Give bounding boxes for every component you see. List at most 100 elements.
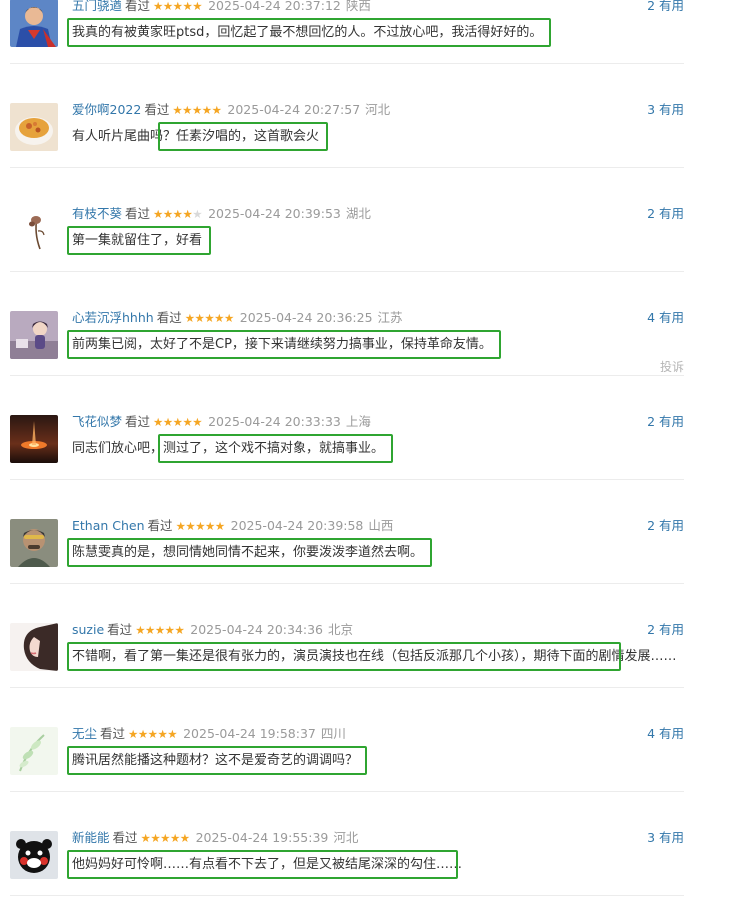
helpful-vote-button[interactable]: 2 有用 [647, 414, 684, 430]
star-filled-icon: ★ [147, 727, 158, 741]
star-filled-icon: ★ [160, 831, 170, 845]
star-filled-icon: ★ [204, 311, 215, 325]
star-filled-icon: ★ [164, 623, 175, 637]
star-filled-icon: ★ [172, 0, 183, 13]
star-filled-icon: ★ [153, 0, 163, 13]
comment-item: suzie 看过 ★★★★★ 2025-04-24 20:34:36 北京 2 有用 不错啊… [0, 611, 731, 715]
row-divider [10, 271, 684, 272]
watch-status: 看过 [100, 726, 126, 741]
watch-status: 看过 [107, 622, 133, 637]
comment-meta: 有枝不葵 看过 ★★★★★ 2025-04-24 20:39:53 湖北 [72, 206, 371, 222]
row-divider [10, 895, 684, 896]
star-filled-icon: ★ [185, 519, 196, 533]
star-filled-icon: ★ [137, 727, 148, 741]
helpful-vote-button[interactable]: 2 有用 [647, 622, 684, 638]
comment-meta: 新能能 看过 ★★★★★ 2025-04-24 19:55:39 河北 [72, 830, 358, 846]
comment-item: 无尘 看过 ★★★★★ 2025-04-24 19:58:37 四川 4 有用 腾讯居然能播… [0, 715, 731, 819]
row-divider [10, 375, 684, 376]
username-link[interactable]: 飞花似梦 [72, 414, 122, 429]
watch-status: 看过 [125, 206, 151, 221]
row-divider [10, 63, 684, 64]
star-filled-icon: ★ [162, 207, 173, 221]
comment-text: 第一集就留住了，好看 [72, 233, 203, 248]
comment-time: 2025-04-24 19:58:37 [183, 726, 316, 741]
star-filled-icon: ★ [172, 415, 183, 429]
comment-location: 北京 [328, 622, 354, 637]
row-divider [10, 479, 684, 480]
helpful-vote-button[interactable]: 3 有用 [647, 102, 684, 118]
username-link[interactable]: 新能能 [72, 830, 110, 845]
watercolor-plant-avatar[interactable] [10, 727, 58, 775]
star-filled-icon: ★ [192, 415, 203, 429]
rating-stars: ★★★★★ [153, 0, 203, 13]
comment-list: 五门骁遒 看过 ★★★★★ 2025-04-24 20:37:12 陕西 2 有用 我真的有… [0, 0, 731, 923]
username-link[interactable]: 爱你啊2022 [72, 102, 141, 117]
comment-text: 不错啊，看了第一集还是很有张力的，演员演技也在线（包括反派那几个小孩），期待下面… [72, 649, 677, 664]
watch-status: 看过 [125, 414, 151, 429]
comment-text: 前两集已阅，太好了不是CP，接下来请继续努力搞事业，保持革命友情。 [72, 337, 492, 352]
username-link[interactable]: 心若沉浮hhhh [72, 310, 154, 325]
username-link[interactable]: 有枝不葵 [72, 206, 122, 221]
comment-item: 爱你啊2022 看过 ★★★★★ 2025-04-24 20:27:57 河北 3 有用有… [0, 91, 731, 195]
username-link[interactable]: 五门骁遒 [72, 0, 122, 13]
comment-location: 江苏 [377, 310, 403, 325]
helpful-vote-button[interactable]: 2 有用 [647, 206, 684, 222]
comment-meta: 爱你啊2022 看过 ★★★★★ 2025-04-24 20:27:57 河北 [72, 102, 390, 118]
comment-text: 同志们放心吧，测过了，这个戏不搞对象，就搞事业。 [72, 441, 385, 456]
report-link[interactable]: 投诉 [660, 359, 684, 375]
username-link[interactable]: 无尘 [72, 726, 97, 741]
comment-time: 2025-04-24 20:39:53 [208, 206, 341, 221]
star-filled-icon: ★ [201, 103, 212, 117]
star-filled-icon: ★ [145, 623, 155, 637]
helpful-vote-button[interactable]: 3 有用 [647, 830, 684, 846]
star-empty-icon: ★ [192, 207, 203, 221]
star-filled-icon: ★ [169, 831, 180, 845]
star-filled-icon: ★ [184, 311, 195, 325]
star-filled-icon: ★ [182, 415, 193, 429]
star-filled-icon: ★ [175, 519, 186, 533]
username-link[interactable]: Ethan Chen [72, 518, 145, 533]
flower-branch-avatar[interactable] [10, 207, 58, 255]
star-filled-icon: ★ [195, 519, 205, 533]
star-filled-icon: ★ [182, 207, 193, 221]
soup-bowl-avatar[interactable] [10, 103, 58, 151]
row-divider [10, 583, 684, 584]
username-link[interactable]: suzie [72, 622, 104, 637]
star-filled-icon: ★ [153, 415, 163, 429]
star-filled-icon: ★ [154, 623, 165, 637]
helpful-vote-button[interactable]: 4 有用 [647, 726, 684, 742]
comment-time: 2025-04-24 20:36:25 [239, 310, 373, 325]
star-filled-icon: ★ [128, 727, 138, 741]
star-filled-icon: ★ [150, 831, 161, 845]
comment-time: 2025-04-24 20:37:12 [208, 0, 341, 13]
star-filled-icon: ★ [182, 103, 192, 117]
superman-avatar[interactable] [10, 0, 58, 47]
star-filled-icon: ★ [140, 831, 151, 845]
star-filled-icon: ★ [179, 831, 190, 845]
star-filled-icon: ★ [205, 519, 215, 533]
rating-stars: ★★★★★ [128, 727, 178, 741]
comment-text: 有人听片尾曲吗？任素汐唱的，这首歌会火 [72, 129, 320, 144]
comment-time: 2025-04-24 20:39:58 [230, 518, 364, 533]
comment-time: 2025-04-24 20:27:57 [227, 102, 361, 117]
rating-stars: ★★★★★ [184, 311, 235, 325]
woman-profile-avatar[interactable] [10, 623, 58, 671]
man-portrait-avatar[interactable] [10, 519, 58, 567]
helpful-vote-button[interactable]: 2 有用 [647, 518, 684, 534]
star-filled-icon: ★ [191, 103, 202, 117]
comment-text: 腾讯居然能播这种题材？这不是爱奇艺的调调吗？ [72, 753, 359, 768]
cartoon-girl-avatar[interactable] [10, 311, 58, 359]
star-filled-icon: ★ [162, 415, 173, 429]
star-filled-icon: ★ [223, 311, 234, 325]
star-filled-icon: ★ [167, 727, 178, 741]
watch-status: 看过 [112, 830, 138, 845]
sunset-avatar[interactable] [10, 415, 58, 463]
kumamon-avatar[interactable] [10, 831, 58, 879]
comment-location: 山西 [368, 518, 394, 533]
star-filled-icon: ★ [172, 103, 183, 117]
watch-status: 看过 [156, 310, 182, 325]
comment-item: Ethan Chen 看过 ★★★★★ 2025-04-24 20:39:58 山西 2 … [0, 507, 731, 611]
helpful-vote-button[interactable]: 2 有用 [647, 0, 684, 14]
comment-meta: suzie 看过 ★★★★★ 2025-04-24 20:34:36 北京 [72, 622, 353, 638]
helpful-vote-button[interactable]: 4 有用 [647, 310, 684, 326]
